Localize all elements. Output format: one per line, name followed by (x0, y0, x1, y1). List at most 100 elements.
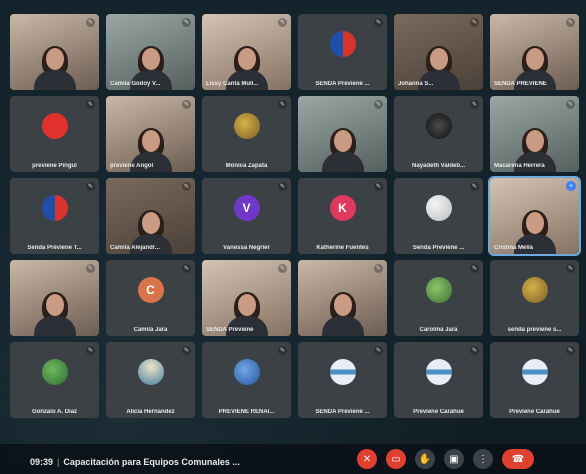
mic-muted-icon: ✎ (374, 182, 383, 191)
mic-muted-icon: ✎ (470, 182, 479, 191)
participant-video (32, 292, 78, 336)
participant-tile[interactable]: V ✎ Vanessa Negrier (202, 178, 291, 254)
participant-name: Carolina Jara (419, 327, 458, 333)
participant-tile[interactable]: ✎ SENDA PREVIENE (490, 14, 579, 90)
mic-muted-icon: ✎ (182, 100, 191, 109)
mic-muted-icon: ✎ (182, 346, 191, 355)
mic-muted-icon: ✎ (278, 182, 287, 191)
participant-tile[interactable]: ✎ Senda Previene ... (394, 178, 483, 254)
participant-tile[interactable]: ✎ Camila Alejandr... (106, 178, 195, 254)
participant-name: Vanessa Negrier (223, 245, 270, 251)
mic-muted-icon: ✎ (566, 264, 575, 273)
participant-avatar (329, 359, 356, 386)
mic-muted-icon: ✎ (182, 264, 191, 273)
participant-tile[interactable]: ✎ Monica Zapata (202, 96, 291, 172)
participant-name: senda previene s... (507, 327, 562, 333)
participant-avatar (233, 113, 260, 140)
mic-muted-icon: ✎ (470, 18, 479, 27)
mic-muted-icon: ✎ (278, 264, 287, 273)
participant-tile[interactable]: ✎ (10, 14, 99, 90)
participant-tile[interactable]: ✎ previene Angol (106, 96, 195, 172)
participant-tile[interactable]: K ✎ Katherine Fuentes (298, 178, 387, 254)
mic-muted-icon: ✎ (374, 18, 383, 27)
participant-tile[interactable]: ✎ Gonzalo A. Diaz (10, 342, 99, 418)
mic-muted-icon: ✎ (470, 346, 479, 355)
mic-muted-icon: ✎ (566, 100, 575, 109)
participant-avatar (41, 359, 68, 386)
participant-tile[interactable]: ✎ (298, 260, 387, 336)
mic-muted-icon: ✎ (566, 18, 575, 27)
meeting-window: ✎ ✎ Camila Godoy V... ✎ Lissy Canta Mull... ✎… (0, 0, 586, 474)
participant-name: Previene Carahue (413, 409, 464, 415)
participant-tile[interactable]: ✎ SENDA Previene (202, 260, 291, 336)
hand-icon: ✋ (418, 453, 432, 465)
mic-muted-icon: ✎ (470, 264, 479, 273)
participant-name: Camila Alejandr... (110, 245, 160, 251)
participant-name: Senda Previene T... (27, 245, 82, 251)
participant-tile[interactable]: ✎ Previene Carahue (394, 342, 483, 418)
mic-muted-icon: ✎ (374, 264, 383, 273)
participant-name: Previene Carahue (509, 409, 560, 415)
mic-muted-icon: ✎ (86, 18, 95, 27)
mic-off-button[interactable]: ✕ (357, 449, 377, 469)
participant-tile[interactable]: ✎ Senda Previene T... (10, 178, 99, 254)
participant-avatar (425, 195, 452, 222)
participant-name: SENDA Previene ... (315, 81, 370, 87)
participant-tile[interactable]: ✎ PREVIENE RENAI... (202, 342, 291, 418)
participant-tile[interactable]: ✎ (10, 260, 99, 336)
camera-off-icon: ▭ (391, 453, 401, 465)
mic-off-icon: ✕ (362, 453, 372, 465)
present-icon: ▣ (449, 453, 459, 465)
participant-tile[interactable]: ✎ SENDA Previene ... (298, 342, 387, 418)
participant-name: Senda Previene ... (412, 245, 465, 251)
participant-tile[interactable]: ✎ SENDA Previene ... (298, 14, 387, 90)
participant-tile[interactable]: ✎ Johanna S... (394, 14, 483, 90)
more-options-button[interactable]: ⋮ (473, 449, 493, 469)
more-vert-icon: ⋮ (478, 453, 488, 465)
pin-icon[interactable]: + (566, 181, 576, 191)
mic-muted-icon: ✎ (470, 100, 479, 109)
mic-muted-icon: ✎ (374, 346, 383, 355)
participant-video (320, 128, 366, 172)
participant-name: Monica Zapata (225, 163, 268, 169)
participant-tile[interactable]: ✎ Nayadeth Valdeb... (394, 96, 483, 172)
participant-avatar (41, 195, 68, 222)
participant-tile[interactable]: ✎ previene Pingul (10, 96, 99, 172)
participant-tile[interactable]: ✎ Carolina Jara (394, 260, 483, 336)
participant-tile[interactable]: ✎ Lissy Canta Mull... (202, 14, 291, 90)
participant-avatar (425, 277, 452, 304)
end-call-button[interactable]: ☎ (502, 449, 534, 469)
participant-name: Katherine Fuentes (316, 245, 369, 251)
phone-hangup-icon: ☎ (511, 453, 525, 465)
mic-muted-icon: ✎ (86, 346, 95, 355)
participant-tile[interactable]: ✎ Macarena Herrera (490, 96, 579, 172)
participant-avatar (521, 359, 548, 386)
participant-name: Macarena Herrera (494, 163, 545, 169)
raise-hand-button[interactable]: ✋ (415, 449, 435, 469)
participant-name: Gonzalo A. Diaz (31, 409, 78, 415)
participant-video (32, 46, 78, 90)
mic-muted-icon: ✎ (182, 182, 191, 191)
participant-name: Lissy Canta Mull... (206, 81, 259, 87)
participant-tile[interactable]: ✎ Alicia Hernandez (106, 342, 195, 418)
camera-off-button[interactable]: ▭ (386, 449, 406, 469)
participant-tile[interactable]: ✎ (298, 96, 387, 172)
participant-tile[interactable]: ✎ Previene Carahue (490, 342, 579, 418)
participant-avatar (233, 359, 260, 386)
participant-tile[interactable]: ✎ senda previene s... (490, 260, 579, 336)
mic-muted-icon: ✎ (278, 100, 287, 109)
participant-tile[interactable]: ✎ Camila Godoy V... (106, 14, 195, 90)
meeting-info: 09:39 | Capacitación para Equipos Comunale… (30, 457, 240, 467)
present-button[interactable]: ▣ (444, 449, 464, 469)
participant-name: Alicia Hernandez (126, 409, 175, 415)
participant-name: Camila Godoy V... (110, 81, 161, 87)
mic-muted-icon: ✎ (86, 100, 95, 109)
mic-muted-icon: ✎ (182, 18, 191, 27)
mic-muted-icon: ✎ (566, 346, 575, 355)
mic-muted-icon: ✎ (86, 264, 95, 273)
participant-name: SENDA PREVIENE (494, 81, 547, 87)
participant-avatar (425, 359, 452, 386)
participant-name: Camila Jara (133, 327, 168, 333)
participant-tile[interactable]: C ✎ Camila Jara (106, 260, 195, 336)
participant-tile[interactable]: + Cristina Mella (488, 176, 581, 256)
